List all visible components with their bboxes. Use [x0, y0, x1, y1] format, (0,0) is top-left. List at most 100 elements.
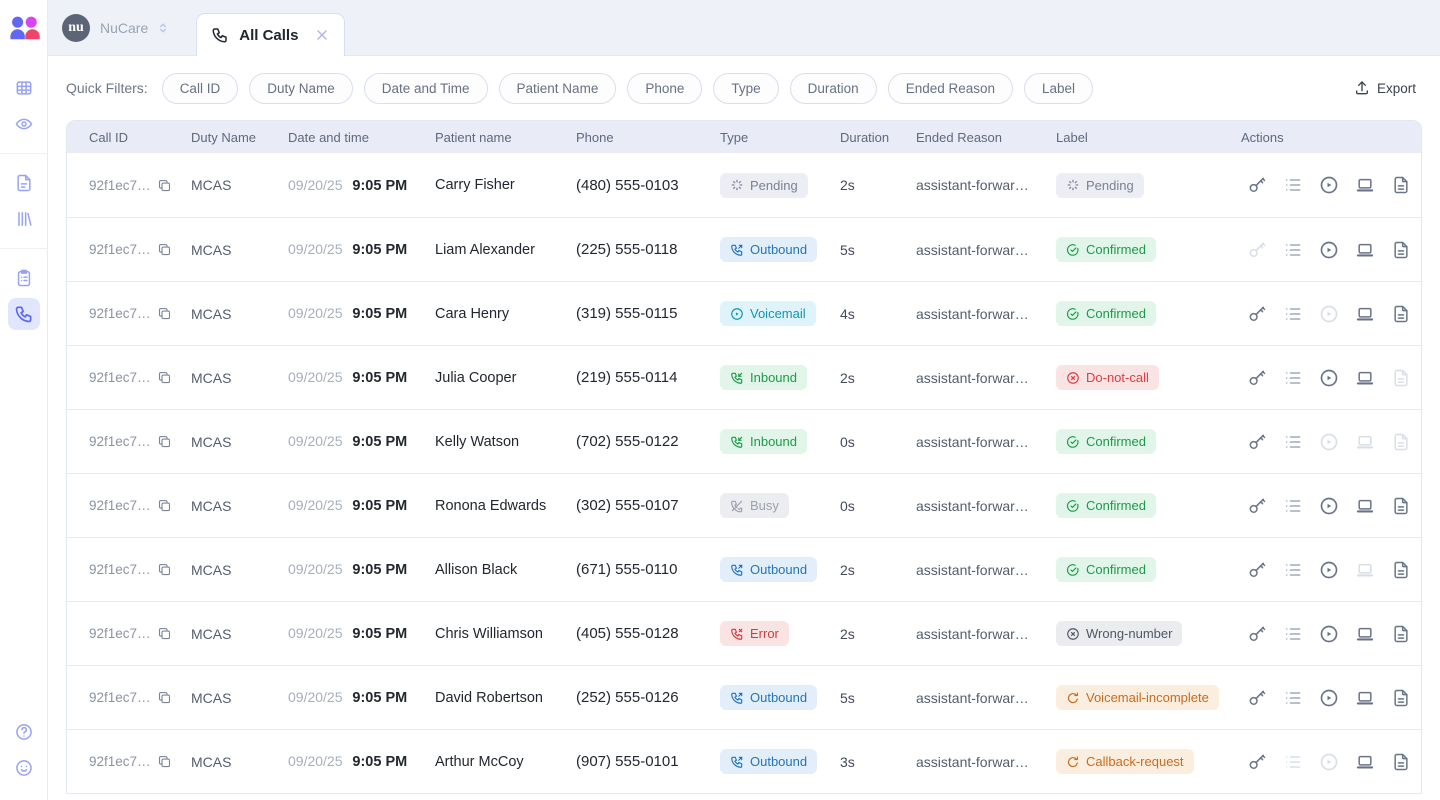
sidebar-item-table-icon[interactable]	[8, 72, 40, 104]
type-badge-icon	[730, 691, 744, 705]
play-action-icon[interactable]	[1319, 560, 1339, 580]
filter-chip-duty-name[interactable]: Duty Name	[249, 73, 353, 104]
help-icon[interactable]	[8, 716, 40, 748]
key-action-icon[interactable]	[1247, 304, 1267, 324]
doc-action-icon[interactable]	[1391, 688, 1411, 708]
laptop-action-icon[interactable]	[1355, 624, 1375, 644]
doc-action-icon[interactable]	[1391, 560, 1411, 580]
sidebar-item-library-icon[interactable]	[8, 203, 40, 235]
copy-icon[interactable]	[157, 498, 172, 513]
patient-name-cell: Chris Williamson	[435, 626, 576, 642]
play-action-icon[interactable]	[1319, 496, 1339, 516]
doc-action-icon[interactable]	[1391, 240, 1411, 260]
export-button[interactable]: Export	[1348, 79, 1422, 97]
key-action-icon[interactable]	[1247, 752, 1267, 772]
duty-name-cell: MCAS	[191, 306, 288, 322]
list-action-icon[interactable]	[1283, 496, 1303, 516]
laptop-action-icon[interactable]	[1355, 368, 1375, 388]
label-cell: Confirmed	[1056, 429, 1241, 454]
sidebar-item-calls-phone-icon[interactable]	[8, 298, 40, 330]
key-action-icon[interactable]	[1247, 560, 1267, 580]
duty-name-cell: MCAS	[191, 242, 288, 258]
doc-action-icon[interactable]	[1391, 624, 1411, 644]
laptop-action-icon[interactable]	[1355, 240, 1375, 260]
type-badge: Inbound	[720, 365, 807, 390]
list-action-icon[interactable]	[1283, 240, 1303, 260]
filter-chip-call-id[interactable]: Call ID	[162, 73, 239, 104]
key-action-icon[interactable]	[1247, 368, 1267, 388]
doc-action-icon[interactable]	[1391, 496, 1411, 516]
list-action-icon[interactable]	[1283, 175, 1303, 195]
laptop-action-icon[interactable]	[1355, 752, 1375, 772]
type-cell: Inbound	[720, 365, 840, 390]
date-time-cell: 09/20/25 9:05 PM	[288, 305, 435, 322]
laptop-action-icon[interactable]	[1355, 304, 1375, 324]
filter-chip-date-and-time[interactable]: Date and Time	[364, 73, 488, 104]
label-badge: Callback-request	[1056, 749, 1194, 774]
filter-chip-patient-name[interactable]: Patient Name	[499, 73, 617, 104]
list-action-icon[interactable]	[1283, 624, 1303, 644]
sidebar-item-clipboard-icon[interactable]	[8, 262, 40, 294]
key-action-icon[interactable]	[1247, 624, 1267, 644]
tab-all-calls[interactable]: All Calls	[196, 13, 345, 56]
filter-chip-ended-reason[interactable]: Ended Reason	[888, 73, 1013, 104]
label-cell: Wrong-number	[1056, 621, 1241, 646]
workspace-name[interactable]: NuCare	[100, 20, 148, 36]
copy-icon[interactable]	[157, 370, 172, 385]
phone-cell: (302) 555-0107	[576, 497, 720, 514]
filter-chips: Call ID Duty Name Date and Time Patient …	[162, 73, 1093, 104]
list-action-icon[interactable]	[1283, 304, 1303, 324]
key-action-icon[interactable]	[1247, 175, 1267, 195]
list-action-icon[interactable]	[1283, 368, 1303, 388]
copy-icon[interactable]	[157, 690, 172, 705]
copy-icon[interactable]	[157, 242, 172, 257]
label-badge: Confirmed	[1056, 237, 1156, 262]
list-action-icon[interactable]	[1283, 432, 1303, 452]
play-action-icon[interactable]	[1319, 368, 1339, 388]
type-cell: Inbound	[720, 429, 840, 454]
filter-chip-label[interactable]: Label	[1024, 73, 1093, 104]
play-action-icon[interactable]	[1319, 240, 1339, 260]
tab-close-icon[interactable]	[314, 27, 330, 43]
laptop-action-icon[interactable]	[1355, 175, 1375, 195]
column-header-call-id: Call ID	[89, 130, 191, 145]
sidebar-item-eye-icon[interactable]	[8, 108, 40, 140]
filter-chip-duration[interactable]: Duration	[790, 73, 877, 104]
date-time-cell: 09/20/25 9:05 PM	[288, 433, 435, 450]
laptop-action-icon[interactable]	[1355, 688, 1375, 708]
copy-icon[interactable]	[157, 562, 172, 577]
label-badge-label: Confirmed	[1086, 498, 1146, 513]
doc-action-icon[interactable]	[1391, 175, 1411, 195]
copy-icon[interactable]	[157, 434, 172, 449]
play-action-icon[interactable]	[1319, 175, 1339, 195]
list-action-icon[interactable]	[1283, 560, 1303, 580]
copy-icon[interactable]	[157, 754, 172, 769]
sidebar-item-file-icon[interactable]	[8, 167, 40, 199]
main-area: nu NuCare All Calls Quick Filters: Call …	[48, 0, 1440, 800]
type-badge-icon	[730, 435, 744, 449]
play-action-icon[interactable]	[1319, 688, 1339, 708]
key-action-icon[interactable]	[1247, 496, 1267, 516]
filter-chip-type[interactable]: Type	[713, 73, 778, 104]
row-actions	[1241, 752, 1421, 772]
workspace-selector-chevrons-icon[interactable]	[156, 21, 170, 35]
copy-icon[interactable]	[157, 626, 172, 641]
call-id-cell: 92f1ec7…	[89, 626, 191, 641]
filter-chip-phone[interactable]: Phone	[627, 73, 702, 104]
label-badge-label: Confirmed	[1086, 434, 1146, 449]
doc-action-icon[interactable]	[1391, 752, 1411, 772]
laptop-action-icon[interactable]	[1355, 496, 1375, 516]
time-value: 9:05 PM	[352, 242, 407, 258]
play-action-icon[interactable]	[1319, 624, 1339, 644]
feedback-smiley-icon[interactable]	[8, 752, 40, 784]
copy-icon[interactable]	[157, 306, 172, 321]
doc-action-icon[interactable]	[1391, 304, 1411, 324]
workspace-avatar[interactable]: nu	[62, 14, 90, 42]
duty-name-cell: MCAS	[191, 370, 288, 386]
key-action-icon[interactable]	[1247, 432, 1267, 452]
list-action-icon[interactable]	[1283, 688, 1303, 708]
copy-icon[interactable]	[157, 178, 172, 193]
call-id-value: 92f1ec7…	[89, 306, 151, 321]
key-action-icon[interactable]	[1247, 688, 1267, 708]
label-badge: Confirmed	[1056, 493, 1156, 518]
